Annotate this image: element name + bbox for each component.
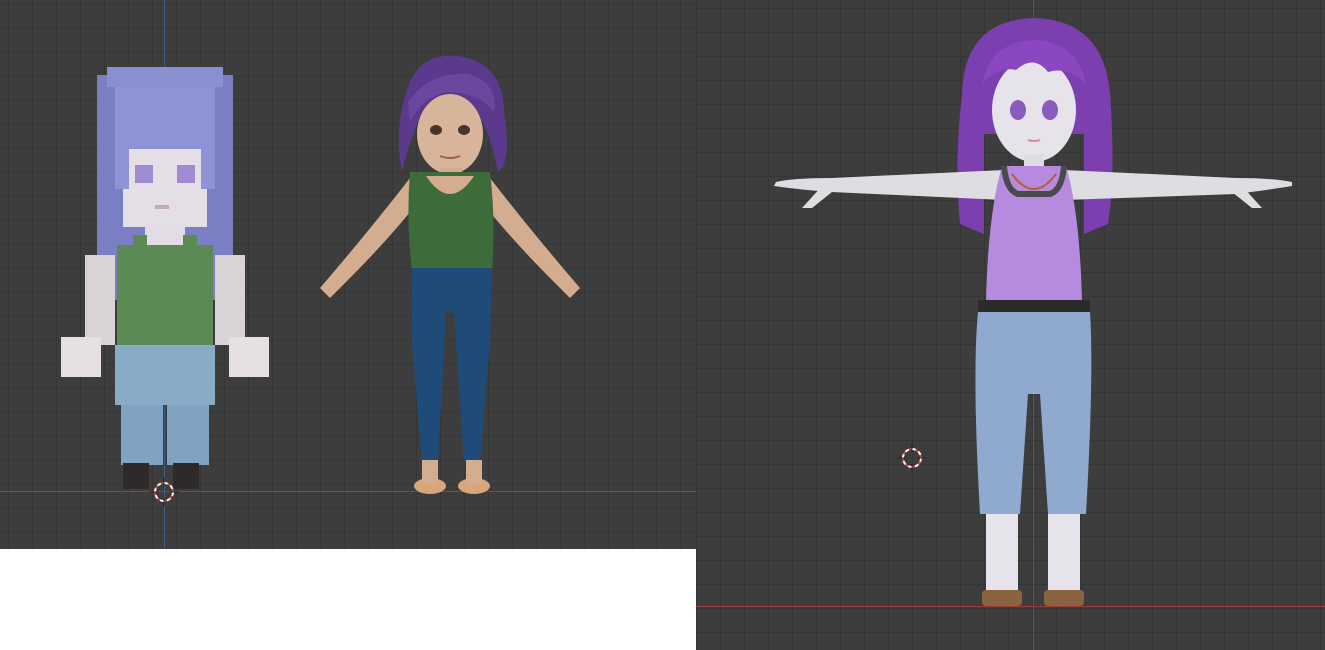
viewport-left[interactable] (0, 0, 696, 549)
pixel-art-character-model[interactable] (55, 65, 275, 495)
3d-cursor-icon[interactable] (897, 443, 927, 473)
3d-cursor-icon[interactable] (149, 477, 179, 507)
viewport-right[interactable] (696, 0, 1325, 650)
stylized-character-model[interactable] (298, 52, 608, 497)
blank-panel (0, 549, 696, 650)
anime-character-t-pose-model[interactable] (772, 14, 1302, 614)
